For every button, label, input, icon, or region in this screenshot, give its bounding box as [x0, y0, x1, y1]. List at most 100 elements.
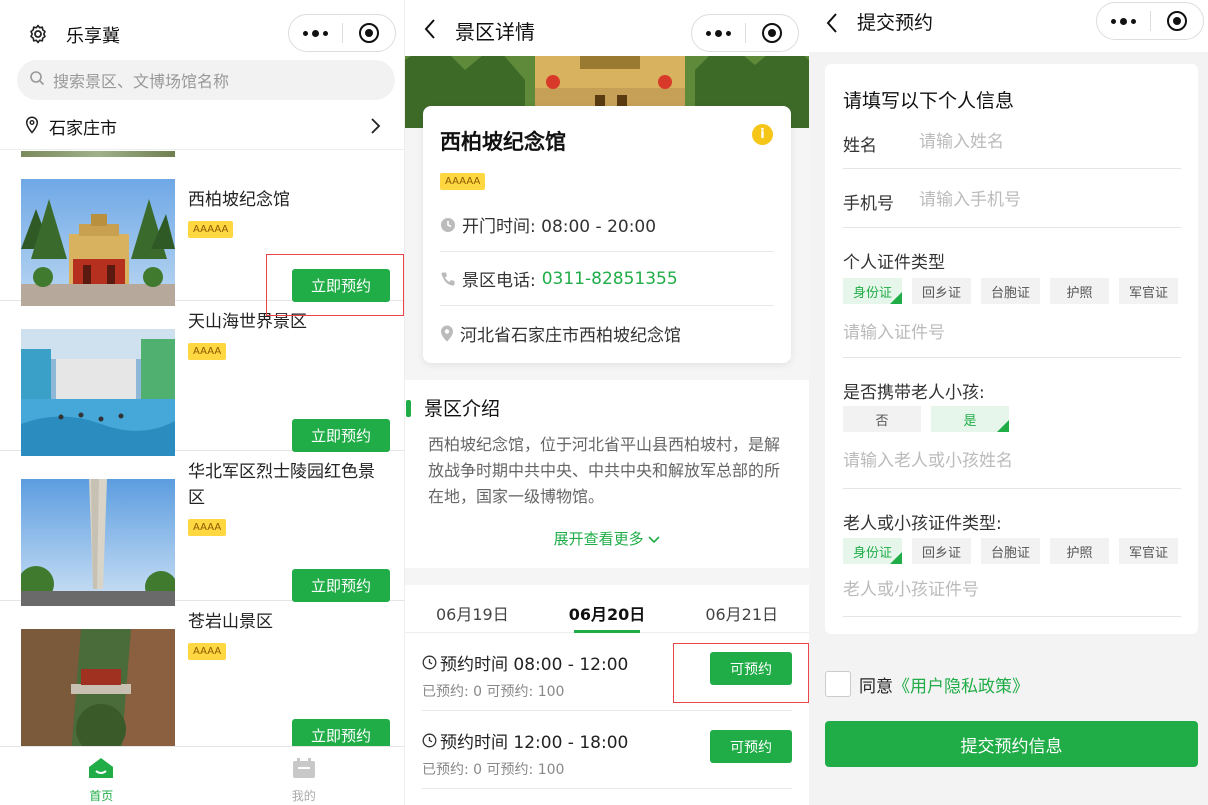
companion-id-type-label: 老人或小孩证件类型:	[843, 514, 1002, 534]
slot-time-text: 预约时间 08:00 - 12:00	[440, 655, 629, 675]
home-screen: 乐享冀 搜索景区、文博场馆名称 石家庄市 西柏坡纪念馆 AAAAA 立即预约 天…	[0, 0, 405, 805]
address-row[interactable]: 河北省石家庄市西柏坡纪念馆	[440, 306, 774, 360]
back-icon[interactable]	[825, 12, 839, 38]
clock-icon	[422, 655, 437, 670]
more-icon[interactable]	[1097, 17, 1150, 25]
level-badge: AAAAA	[188, 221, 234, 238]
back-icon[interactable]	[423, 18, 437, 44]
location-icon	[440, 325, 454, 342]
phone-icon	[440, 271, 456, 287]
highlight-box	[266, 254, 404, 316]
phone-label: 景区电话:	[462, 271, 536, 291]
agree-policy[interactable]: 同意 《用户隐私政策》	[825, 671, 1029, 697]
search-placeholder: 搜索景区、文博场馆名称	[53, 72, 230, 91]
miniapp-capsule	[691, 14, 799, 52]
id-type-option[interactable]: 回乡证	[912, 538, 971, 564]
miniapp-capsule	[288, 14, 396, 52]
search-icon	[29, 70, 45, 90]
phone-row: 手机号	[843, 169, 1181, 228]
id-type-option[interactable]: 军官证	[1119, 538, 1178, 564]
slot-time: 预约时间 08:00 - 12:00	[422, 650, 628, 675]
time-slot: 预约时间 12:00 - 18:00 已预约: 0 可预约: 100 可预约	[422, 711, 792, 789]
id-type-option[interactable]: 护照	[1050, 278, 1109, 304]
companion-id-type-row: 老人或小孩证件类型: 身份证 回乡证 台胞证 护照 军官证	[843, 489, 1181, 617]
id-type-chips: 身份证 回乡证 台胞证 护照 军官证	[843, 278, 1178, 304]
id-type-option[interactable]: 回乡证	[912, 278, 971, 304]
id-type-option[interactable]: 护照	[1050, 538, 1109, 564]
id-type-option-selected[interactable]: 身份证	[843, 538, 902, 564]
chevron-right-icon	[369, 117, 381, 139]
spot-info-card: 西柏坡纪念馆 i AAAAA 开门时间: 08:00 - 20:00 景区电话:…	[423, 106, 791, 363]
gear-icon[interactable]	[28, 24, 48, 48]
tab-date[interactable]: 06月21日	[674, 585, 809, 632]
close-target-icon[interactable]	[1151, 11, 1204, 31]
submit-booking-button[interactable]: 提交预约信息	[825, 721, 1198, 767]
book-slot-button[interactable]: 可预约	[710, 730, 792, 763]
search-input[interactable]: 搜索景区、文博场馆名称	[17, 60, 395, 100]
tab-date[interactable]: 06月19日	[405, 585, 540, 632]
spot-item[interactable]: 苍岩山景区 AAAA 立即预约	[0, 601, 404, 756]
companion-option-yes-selected[interactable]: 是	[931, 406, 1009, 432]
book-now-button[interactable]: 立即预约	[292, 419, 390, 452]
book-now-button[interactable]: 立即预约	[292, 569, 390, 602]
clock-icon	[440, 217, 456, 233]
id-type-option-selected[interactable]: 身份证	[843, 278, 902, 304]
name-row: 姓名	[843, 119, 1181, 169]
tab-date-selected[interactable]: 06月20日	[540, 585, 675, 633]
id-type-row: 个人证件类型 身份证 回乡证 台胞证 护照 军官证	[843, 228, 1181, 358]
bottom-tab-bar: 首页 我的	[0, 746, 405, 805]
detail-screen: 景区详情 西柏坡纪念馆 i AAAAA 开门时间: 08:00 - 20:00 …	[405, 0, 809, 805]
spot-item[interactable]: 华北军区烈士陵园红色景区 AAAA 立即预约	[0, 451, 404, 606]
tab-home[interactable]: 首页	[0, 747, 203, 805]
more-icon[interactable]	[692, 29, 745, 37]
tab-label: 我的	[291, 789, 316, 803]
close-target-icon[interactable]	[746, 23, 799, 43]
home-header: 乐享冀	[0, 0, 404, 60]
booking-form-screen: 提交预约 请填写以下个人信息 姓名 手机号 个人证件类型 身份证 回乡证 台胞证…	[809, 0, 1208, 805]
id-type-option[interactable]: 军官证	[1119, 278, 1178, 304]
spot-thumbnail	[21, 329, 175, 456]
phone-number[interactable]: 0311-82851355	[542, 269, 678, 289]
companion-name-input[interactable]	[843, 448, 1173, 474]
close-target-icon[interactable]	[343, 23, 396, 43]
level-badge: AAAA	[188, 343, 227, 360]
level-badge: AAAA	[188, 643, 227, 660]
id-number-input[interactable]	[843, 320, 1173, 346]
id-type-label: 个人证件类型	[843, 253, 945, 273]
info-icon[interactable]: i	[752, 124, 773, 145]
phone-row[interactable]: 景区电话: 0311-82851355	[440, 252, 774, 306]
id-type-option[interactable]: 台胞证	[981, 278, 1040, 304]
clock-icon	[422, 733, 437, 748]
spot-item[interactable]: 天山海世界景区 AAAA 立即预约	[0, 301, 404, 456]
name-input[interactable]	[919, 129, 1169, 155]
more-icon[interactable]	[289, 29, 342, 37]
location-icon	[25, 115, 39, 138]
privacy-policy-link[interactable]: 《用户隐私政策》	[893, 672, 1029, 697]
spot-name: 西柏坡纪念馆	[188, 190, 290, 210]
companion-chips: 否 是	[843, 406, 1009, 432]
spot-name: 华北军区烈士陵园红色景区	[188, 462, 375, 508]
expand-more-link[interactable]: 展开查看更多	[405, 528, 809, 549]
phone-input[interactable]	[919, 187, 1169, 213]
app-title: 乐享冀	[66, 26, 120, 47]
companion-id-input[interactable]	[843, 577, 1173, 603]
city-selector[interactable]: 石家庄市	[0, 104, 404, 150]
city-name: 石家庄市	[49, 119, 117, 139]
slot-time: 预约时间 12:00 - 18:00	[422, 728, 628, 753]
opening-hours: 开门时间: 08:00 - 20:00	[440, 198, 774, 252]
spot-name: 西柏坡纪念馆	[440, 130, 566, 154]
tab-mine[interactable]: 我的	[203, 747, 405, 805]
spot-name: 苍岩山景区	[188, 612, 273, 632]
agree-text: 同意	[859, 676, 893, 697]
highlight-box	[673, 643, 809, 703]
expand-more-label: 展开查看更多	[553, 530, 644, 548]
personal-info-form: 请填写以下个人信息 姓名 手机号 个人证件类型 身份证 回乡证 台胞证 护照 军…	[825, 64, 1198, 634]
chevron-down-icon	[648, 530, 660, 548]
intro-title: 景区介绍	[424, 398, 501, 420]
spot-list: 西柏坡纪念馆 AAAAA 立即预约 天山海世界景区 AAAA 立即预约 华北军区…	[0, 151, 404, 756]
companion-row: 是否携带老人小孩: 否 是	[843, 358, 1181, 489]
companion-option-no[interactable]: 否	[843, 406, 921, 432]
slot-stats: 已预约: 0 可预约: 100	[422, 762, 565, 778]
agree-checkbox[interactable]	[825, 671, 851, 697]
id-type-option[interactable]: 台胞证	[981, 538, 1040, 564]
